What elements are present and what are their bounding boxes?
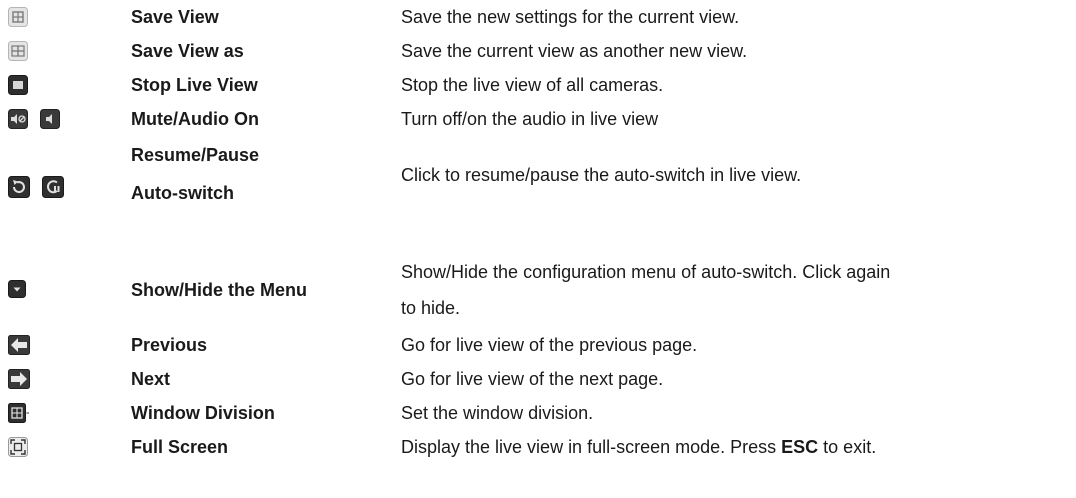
- icon-cell: [8, 41, 28, 61]
- row-name: Save View as: [131, 41, 244, 61]
- row-description: Go for live view of the previous page.: [401, 335, 698, 355]
- icon-cell: [8, 176, 64, 198]
- row-name: Full Screen: [131, 437, 229, 457]
- icon-cell: [8, 369, 30, 389]
- row-description: Click to resume/pause the auto-switch in…: [401, 165, 802, 185]
- row-name-line2: Auto-switch: [131, 183, 234, 203]
- row-name: Previous: [131, 335, 208, 355]
- esc-key-label: ESC: [781, 437, 819, 457]
- row-name: Stop Live View: [131, 75, 258, 95]
- row-name-line1: Resume/Pause: [131, 145, 260, 165]
- icon-cell: [8, 7, 28, 27]
- row-description: Turn off/on the audio in live view: [401, 109, 659, 129]
- row-description: Display the live view in full-screen mod…: [401, 430, 876, 464]
- icon-cell: [8, 437, 28, 457]
- save-view-as-icon: [8, 41, 28, 61]
- table-row: Save View Save the new settings for the …: [0, 0, 1076, 34]
- row-name: Show/Hide the Menu: [131, 280, 308, 300]
- table-row: Full Screen Display the live view in ful…: [0, 430, 1076, 464]
- save-view-icon: [8, 7, 28, 27]
- table-row: Resume/Pause Auto-switch Click to resume…: [0, 138, 1076, 246]
- table-row: Save View as Save the current view as an…: [0, 34, 1076, 68]
- stop-live-view-icon: [8, 75, 28, 95]
- previous-arrow-icon: [8, 335, 30, 355]
- row-description-line2: to hide.: [401, 298, 461, 318]
- icon-cell: [8, 335, 30, 355]
- row-description: Stop the live view of all cameras.: [401, 75, 664, 95]
- row-name: Window Division: [131, 403, 275, 423]
- window-division-icon: [8, 403, 30, 423]
- table-row: Stop Live View Stop the live view of all…: [0, 68, 1076, 102]
- table-row: Show/Hide the Menu Show/Hide the configu…: [0, 255, 1076, 335]
- table-row: Previous Go for live view of the previou…: [0, 328, 1076, 362]
- pause-icon: [42, 176, 64, 198]
- row-description: Go for live view of the next page.: [401, 369, 664, 389]
- row-description-line1: Show/Hide the configuration menu of auto…: [401, 262, 891, 282]
- next-arrow-icon: [8, 369, 30, 389]
- row-name: Mute/Audio On: [131, 109, 259, 129]
- row-name: Next: [131, 369, 171, 389]
- table-row: Mute/Audio On Turn off/on the audio in l…: [0, 102, 1076, 136]
- table-row: Window Division Set the window division.: [0, 396, 1076, 430]
- row-name: Save View: [131, 7, 219, 27]
- toolbar-icons-table: Save View Save the new settings for the …: [0, 0, 1076, 498]
- audio-on-icon: [40, 109, 60, 129]
- resume-icon: [8, 176, 30, 198]
- description-text-after: to exit.: [818, 437, 877, 457]
- mute-icon: [8, 109, 28, 129]
- icon-cell: [8, 403, 30, 423]
- row-description: Save the new settings for the current vi…: [401, 7, 740, 27]
- row-description: Set the window division.: [401, 403, 594, 423]
- icon-cell: [8, 109, 60, 129]
- description-text-before: Display the live view in full-screen mod…: [401, 437, 782, 457]
- table-row: Next Go for live view of the next page.: [0, 362, 1076, 396]
- icon-cell: [8, 280, 26, 298]
- full-screen-icon: [8, 437, 28, 457]
- show-hide-menu-icon: [8, 280, 26, 298]
- row-description: Save the current view as another new vie…: [401, 41, 748, 61]
- icon-cell: [8, 75, 28, 95]
